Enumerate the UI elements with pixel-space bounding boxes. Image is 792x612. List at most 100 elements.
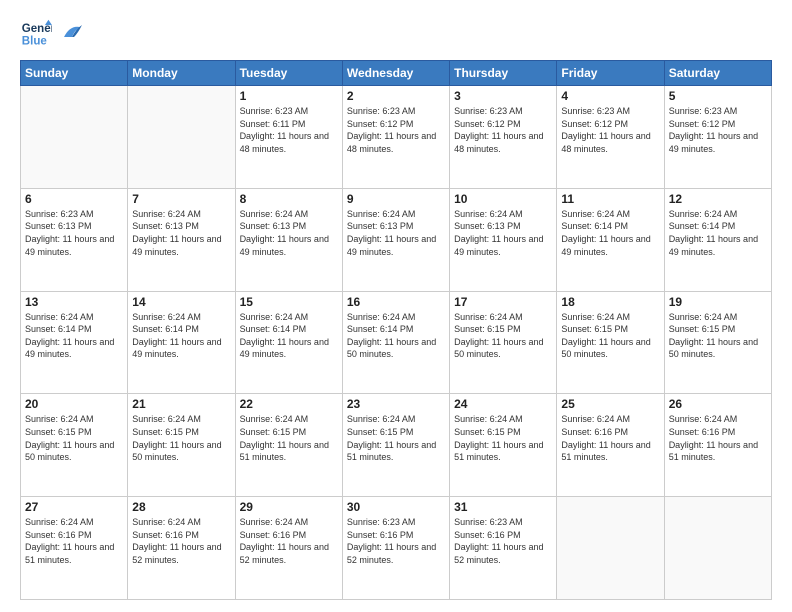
calendar-cell: 5 Sunrise: 6:23 AMSunset: 6:12 PMDaylight… (664, 86, 771, 189)
day-number: 4 (561, 89, 659, 103)
day-number: 22 (240, 397, 338, 411)
day-number: 24 (454, 397, 552, 411)
day-number: 3 (454, 89, 552, 103)
calendar-cell: 27 Sunrise: 6:24 AMSunset: 6:16 PMDayligh… (21, 497, 128, 600)
calendar-cell: 3 Sunrise: 6:23 AMSunset: 6:12 PMDaylight… (450, 86, 557, 189)
calendar-cell: 8Sunrise: 6:24 AMSunset: 6:13 PMDaylight… (235, 188, 342, 291)
day-info: Sunrise: 6:24 AMSunset: 6:15 PMDaylight:… (454, 413, 552, 463)
day-info: Sunrise: 6:24 AMSunset: 6:14 PMDaylight:… (347, 311, 445, 361)
calendar-cell: 6 Sunrise: 6:23 AMSunset: 6:13 PMDaylight… (21, 188, 128, 291)
calendar-cell: 22 Sunrise: 6:24 AMSunset: 6:15 PMDayligh… (235, 394, 342, 497)
day-info: Sunrise: 6:23 AMSunset: 6:12 PMDaylight:… (561, 105, 659, 155)
calendar-cell: 18 Sunrise: 6:24 AMSunset: 6:15 PMDayligh… (557, 291, 664, 394)
day-info: Sunrise: 6:24 AMSunset: 6:15 PMDaylight:… (561, 311, 659, 361)
day-number: 19 (669, 295, 767, 309)
calendar-cell: 9Sunrise: 6:24 AMSunset: 6:13 PMDaylight… (342, 188, 449, 291)
day-info: Sunrise: 6:24 AMSunset: 6:15 PMDaylight:… (25, 413, 123, 463)
day-info: Sunrise: 6:23 AMSunset: 6:12 PMDaylight:… (454, 105, 552, 155)
day-number: 28 (132, 500, 230, 514)
day-info: Sunrise: 6:24 AMSunset: 6:16 PMDaylight:… (25, 516, 123, 566)
week-row-5: 27 Sunrise: 6:24 AMSunset: 6:16 PMDayligh… (21, 497, 772, 600)
day-info: Sunrise: 6:24 AMSunset: 6:14 PMDaylight:… (561, 208, 659, 258)
calendar-cell: 17 Sunrise: 6:24 AMSunset: 6:15 PMDayligh… (450, 291, 557, 394)
day-number: 12 (669, 192, 767, 206)
weekday-header-friday: Friday (557, 61, 664, 86)
weekday-header-saturday: Saturday (664, 61, 771, 86)
calendar-cell: 25 Sunrise: 6:24 AMSunset: 6:16 PMDayligh… (557, 394, 664, 497)
calendar-cell (128, 86, 235, 189)
day-number: 11 (561, 192, 659, 206)
day-number: 30 (347, 500, 445, 514)
day-info: Sunrise: 6:24 AMSunset: 6:14 PMDaylight:… (669, 208, 767, 258)
day-number: 7 (132, 192, 230, 206)
calendar-cell: 11 Sunrise: 6:24 AMSunset: 6:14 PMDayligh… (557, 188, 664, 291)
calendar-cell (557, 497, 664, 600)
day-number: 5 (669, 89, 767, 103)
header: General Blue (20, 18, 772, 50)
day-number: 18 (561, 295, 659, 309)
calendar-cell: 21 Sunrise: 6:24 AMSunset: 6:15 PMDayligh… (128, 394, 235, 497)
day-info: Sunrise: 6:23 AMSunset: 6:12 PMDaylight:… (669, 105, 767, 155)
calendar-cell: 13 Sunrise: 6:24 AMSunset: 6:14 PMDayligh… (21, 291, 128, 394)
day-info: Sunrise: 6:24 AMSunset: 6:13 PMDaylight:… (132, 208, 230, 258)
day-info: Sunrise: 6:24 AMSunset: 6:15 PMDaylight:… (132, 413, 230, 463)
weekday-header-monday: Monday (128, 61, 235, 86)
logo-icon: General Blue (20, 18, 52, 50)
day-number: 1 (240, 89, 338, 103)
day-info: Sunrise: 6:24 AMSunset: 6:16 PMDaylight:… (132, 516, 230, 566)
day-info: Sunrise: 6:23 AMSunset: 6:12 PMDaylight:… (347, 105, 445, 155)
day-info: Sunrise: 6:24 AMSunset: 6:14 PMDaylight:… (240, 311, 338, 361)
calendar-cell: 14Sunrise: 6:24 AMSunset: 6:14 PMDayligh… (128, 291, 235, 394)
day-number: 6 (25, 192, 123, 206)
day-number: 13 (25, 295, 123, 309)
calendar-cell: 10Sunrise: 6:24 AMSunset: 6:13 PMDayligh… (450, 188, 557, 291)
day-info: Sunrise: 6:24 AMSunset: 6:14 PMDaylight:… (132, 311, 230, 361)
calendar-cell: 12 Sunrise: 6:24 AMSunset: 6:14 PMDayligh… (664, 188, 771, 291)
day-number: 31 (454, 500, 552, 514)
day-info: Sunrise: 6:24 AMSunset: 6:14 PMDaylight:… (25, 311, 123, 361)
day-info: Sunrise: 6:23 AMSunset: 6:11 PMDaylight:… (240, 105, 338, 155)
week-row-1: 1 Sunrise: 6:23 AMSunset: 6:11 PMDaylight… (21, 86, 772, 189)
day-number: 10 (454, 192, 552, 206)
weekday-header-sunday: Sunday (21, 61, 128, 86)
day-info: Sunrise: 6:24 AMSunset: 6:13 PMDaylight:… (240, 208, 338, 258)
day-info: Sunrise: 6:24 AMSunset: 6:16 PMDaylight:… (669, 413, 767, 463)
day-info: Sunrise: 6:24 AMSunset: 6:16 PMDaylight:… (561, 413, 659, 463)
calendar-cell: 28 Sunrise: 6:24 AMSunset: 6:16 PMDayligh… (128, 497, 235, 600)
day-number: 20 (25, 397, 123, 411)
svg-text:Blue: Blue (22, 36, 48, 48)
calendar-cell: 31 Sunrise: 6:23 AMSunset: 6:16 PMDayligh… (450, 497, 557, 600)
day-number: 17 (454, 295, 552, 309)
calendar-cell (21, 86, 128, 189)
day-info: Sunrise: 6:23 AMSunset: 6:13 PMDaylight:… (25, 208, 123, 258)
calendar-cell: 26 Sunrise: 6:24 AMSunset: 6:16 PMDayligh… (664, 394, 771, 497)
day-info: Sunrise: 6:24 AMSunset: 6:15 PMDaylight:… (240, 413, 338, 463)
day-info: Sunrise: 6:24 AMSunset: 6:15 PMDaylight:… (347, 413, 445, 463)
day-number: 21 (132, 397, 230, 411)
logo-bird-icon (62, 23, 82, 41)
calendar-cell (664, 497, 771, 600)
weekday-header-tuesday: Tuesday (235, 61, 342, 86)
day-info: Sunrise: 6:23 AMSunset: 6:16 PMDaylight:… (454, 516, 552, 566)
day-number: 2 (347, 89, 445, 103)
day-number: 26 (669, 397, 767, 411)
calendar-cell: 23 Sunrise: 6:24 AMSunset: 6:15 PMDayligh… (342, 394, 449, 497)
calendar-table: SundayMondayTuesdayWednesdayThursdayFrid… (20, 60, 772, 600)
week-row-3: 13 Sunrise: 6:24 AMSunset: 6:14 PMDayligh… (21, 291, 772, 394)
calendar-cell: 20 Sunrise: 6:24 AMSunset: 6:15 PMDayligh… (21, 394, 128, 497)
day-number: 15 (240, 295, 338, 309)
calendar-cell: 24 Sunrise: 6:24 AMSunset: 6:15 PMDayligh… (450, 394, 557, 497)
calendar-cell: 1 Sunrise: 6:23 AMSunset: 6:11 PMDaylight… (235, 86, 342, 189)
calendar-cell: 19 Sunrise: 6:24 AMSunset: 6:15 PMDayligh… (664, 291, 771, 394)
day-info: Sunrise: 6:23 AMSunset: 6:16 PMDaylight:… (347, 516, 445, 566)
day-number: 27 (25, 500, 123, 514)
day-number: 23 (347, 397, 445, 411)
weekday-header-row: SundayMondayTuesdayWednesdayThursdayFrid… (21, 61, 772, 86)
calendar-cell: 4 Sunrise: 6:23 AMSunset: 6:12 PMDaylight… (557, 86, 664, 189)
calendar-cell: 2 Sunrise: 6:23 AMSunset: 6:12 PMDaylight… (342, 86, 449, 189)
calendar-cell: 7 Sunrise: 6:24 AMSunset: 6:13 PMDaylight… (128, 188, 235, 291)
day-info: Sunrise: 6:24 AMSunset: 6:15 PMDaylight:… (669, 311, 767, 361)
calendar-cell: 29Sunrise: 6:24 AMSunset: 6:16 PMDayligh… (235, 497, 342, 600)
day-number: 25 (561, 397, 659, 411)
day-info: Sunrise: 6:24 AMSunset: 6:15 PMDaylight:… (454, 311, 552, 361)
